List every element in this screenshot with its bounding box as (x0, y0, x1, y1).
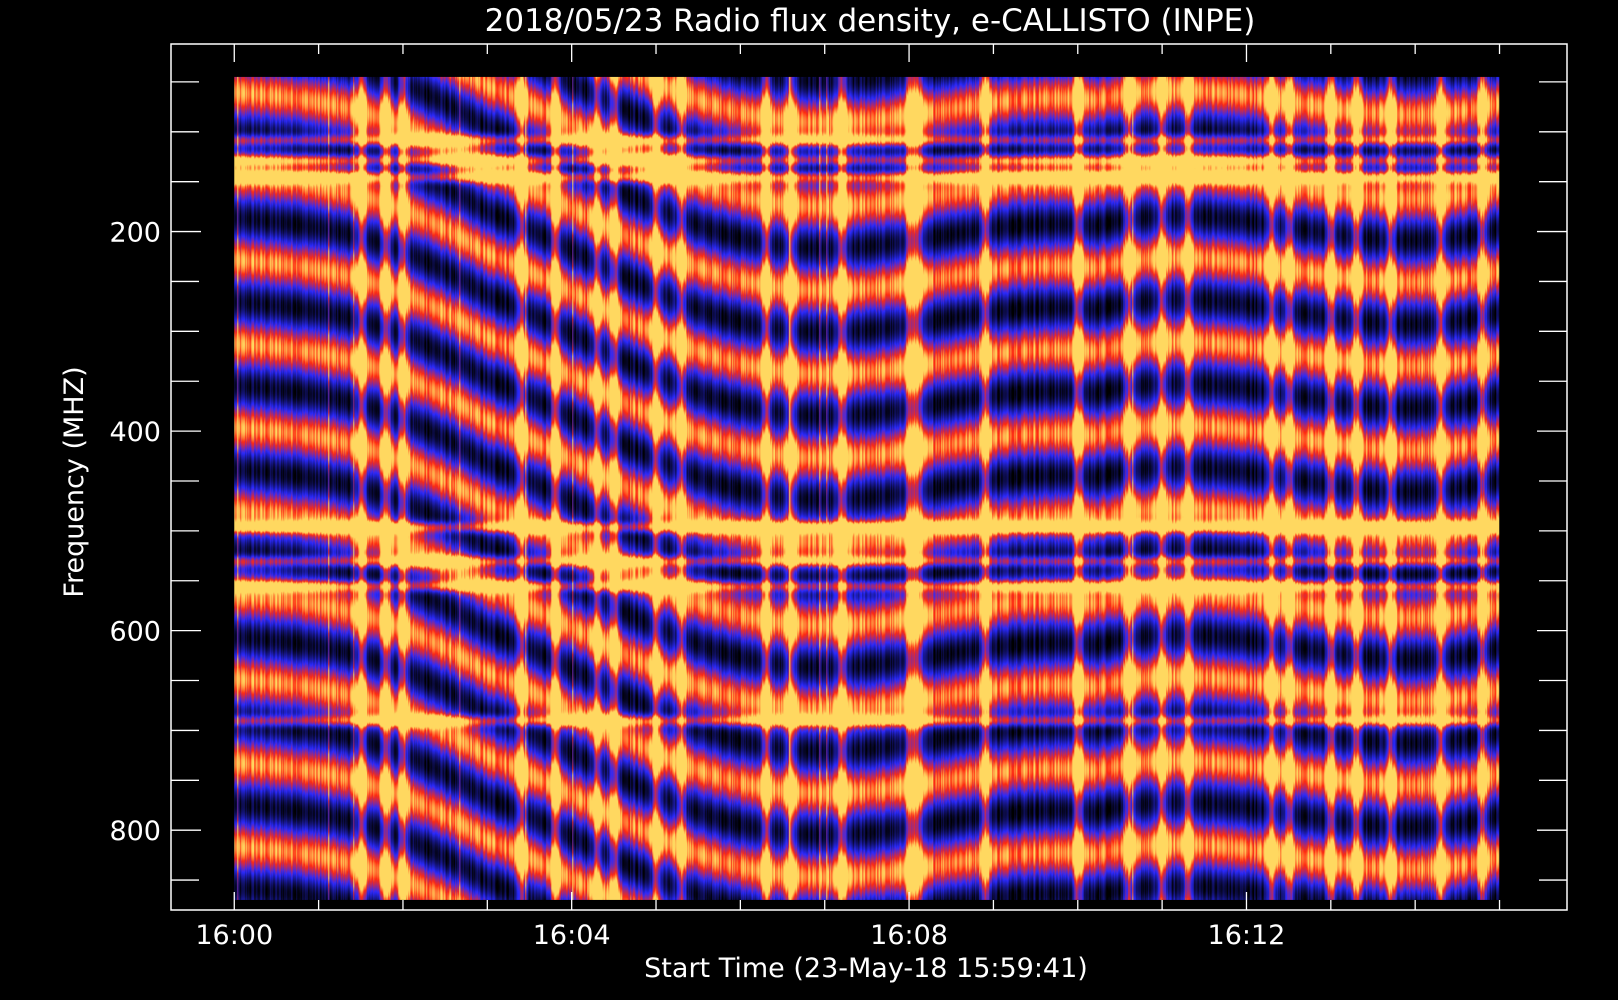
y-tick-label: 600 (109, 617, 161, 648)
spectrogram-chart: 2018/05/23 Radio flux density, e-CALLIST… (0, 0, 1618, 1000)
x-axis-label: Start Time (23-May-18 15:59:41) (644, 953, 1088, 984)
x-tick-label: 16:00 (195, 920, 273, 951)
y-axis-label: Frequency (MHZ) (59, 366, 90, 597)
y-tick-label: 400 (109, 417, 161, 448)
spectrogram-image (234, 76, 1500, 900)
x-tick-label: 16:04 (533, 920, 611, 951)
x-tick-label: 16:08 (870, 920, 948, 951)
x-tick-label: 16:12 (1208, 920, 1286, 951)
chart-title: 2018/05/23 Radio flux density, e-CALLIST… (485, 3, 1256, 39)
y-tick-label: 800 (109, 816, 161, 847)
y-tick-label: 200 (109, 218, 161, 249)
spectrogram-data (234, 76, 1500, 900)
